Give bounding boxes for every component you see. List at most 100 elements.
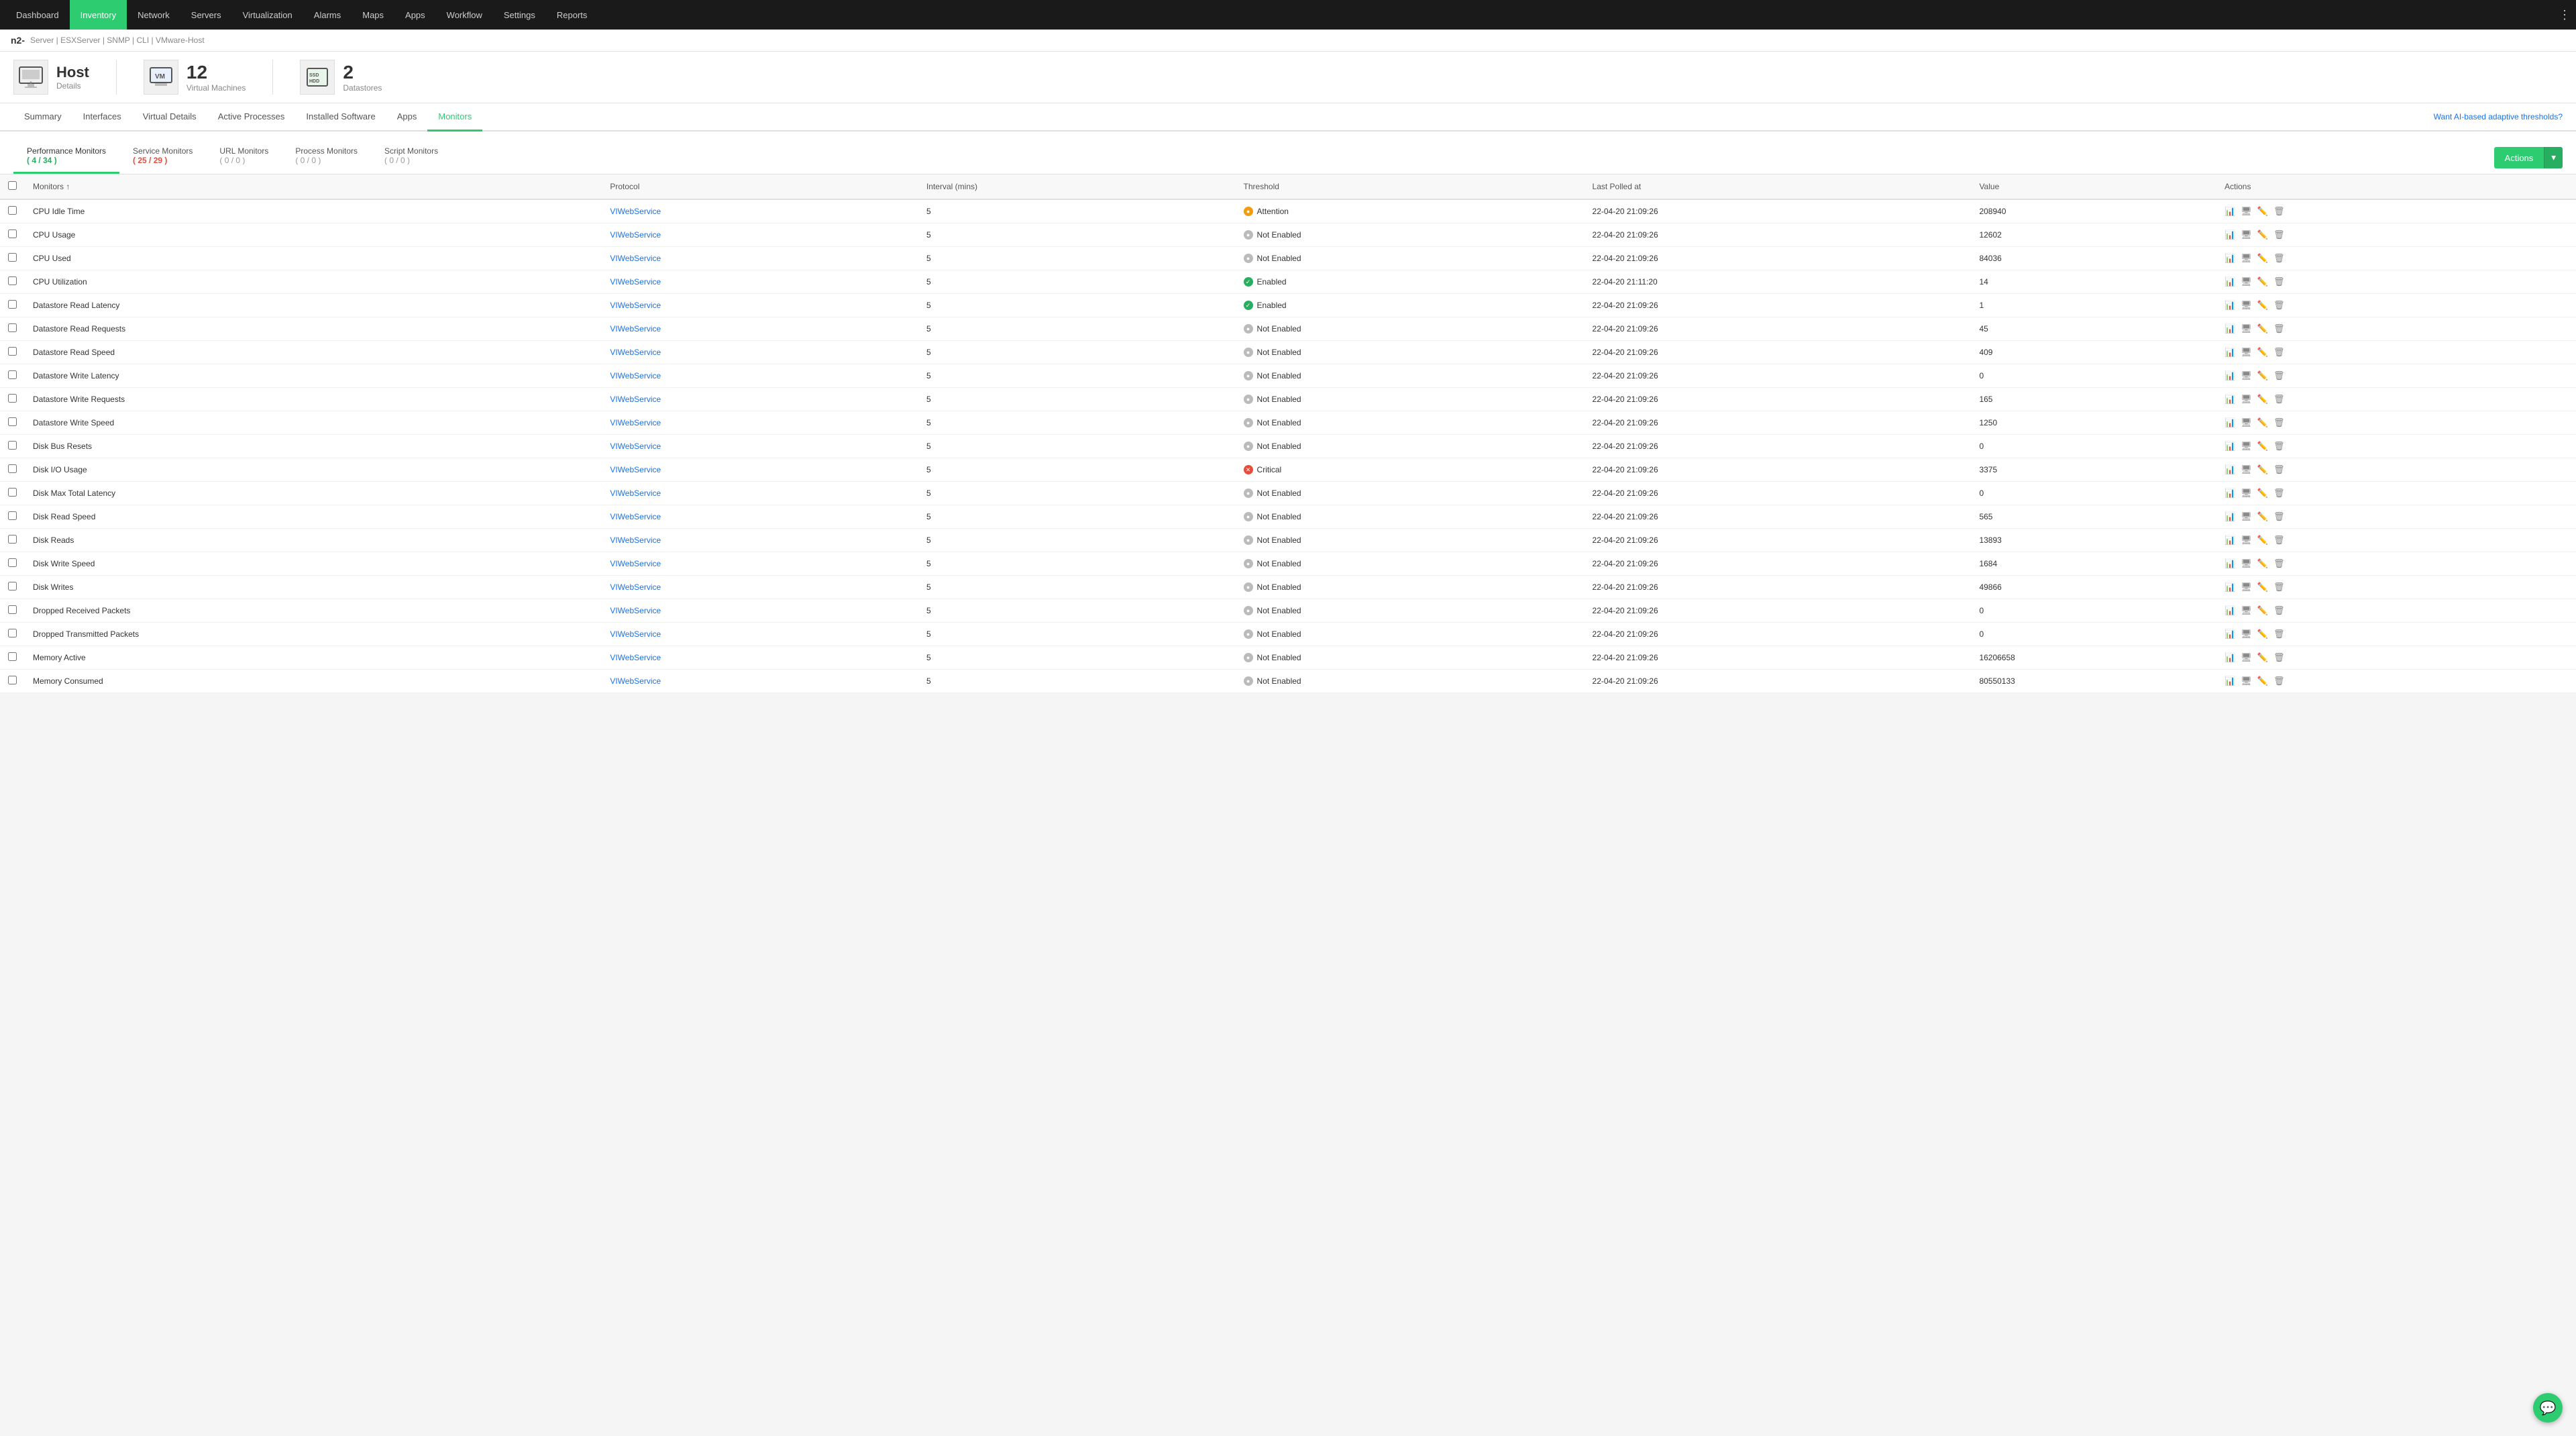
edit-icon[interactable]: ✏️ xyxy=(2257,558,2268,569)
edit-icon[interactable]: ✏️ xyxy=(2257,441,2268,452)
chart-icon[interactable]: 📊 xyxy=(2224,394,2235,405)
delete-icon[interactable]: 🗑 xyxy=(2273,605,2285,616)
monitor-icon[interactable]: 🖥 xyxy=(2241,370,2252,381)
chart-icon[interactable]: 📊 xyxy=(2224,370,2235,381)
nav-reports[interactable]: Reports xyxy=(546,0,598,30)
nav-inventory[interactable]: Inventory xyxy=(70,0,127,30)
monitor-icon[interactable]: 🖥 xyxy=(2241,253,2252,264)
monitor-icon[interactable]: 🖥 xyxy=(2241,347,2252,358)
monitor-icon[interactable]: 🖥 xyxy=(2241,488,2252,499)
edit-icon[interactable]: ✏️ xyxy=(2257,535,2268,546)
monitor-icon[interactable]: 🖥 xyxy=(2241,629,2252,639)
delete-icon[interactable]: 🗑 xyxy=(2273,394,2285,405)
delete-icon[interactable]: 🗑 xyxy=(2273,582,2285,593)
row-checkbox[interactable] xyxy=(8,253,17,262)
row-checkbox[interactable] xyxy=(8,582,17,591)
row-checkbox[interactable] xyxy=(8,511,17,520)
nav-apps[interactable]: Apps xyxy=(394,0,436,30)
chart-icon[interactable]: 📊 xyxy=(2224,582,2235,593)
chart-icon[interactable]: 📊 xyxy=(2224,488,2235,499)
monitor-icon[interactable]: 🖥 xyxy=(2241,300,2252,311)
chart-icon[interactable]: 📊 xyxy=(2224,300,2235,311)
monitor-icon[interactable]: 🖥 xyxy=(2241,605,2252,616)
chart-icon[interactable]: 📊 xyxy=(2224,676,2235,686)
delete-icon[interactable]: 🗑 xyxy=(2273,276,2285,287)
row-checkbox[interactable] xyxy=(8,276,17,285)
edit-icon[interactable]: ✏️ xyxy=(2257,629,2268,639)
chart-icon[interactable]: 📊 xyxy=(2224,347,2235,358)
monitor-tab-performance[interactable]: Performance Monitors ( 4 / 34 ) xyxy=(13,140,119,174)
edit-icon[interactable]: ✏️ xyxy=(2257,605,2268,616)
monitor-icon[interactable]: 🖥 xyxy=(2241,582,2252,593)
monitor-tab-script[interactable]: Script Monitors ( 0 / 0 ) xyxy=(371,140,451,174)
monitor-icon[interactable]: 🖥 xyxy=(2241,323,2252,334)
chart-icon[interactable]: 📊 xyxy=(2224,417,2235,428)
monitor-tab-process[interactable]: Process Monitors ( 0 / 0 ) xyxy=(282,140,371,174)
edit-icon[interactable]: ✏️ xyxy=(2257,300,2268,311)
delete-icon[interactable]: 🗑 xyxy=(2273,535,2285,546)
edit-icon[interactable]: ✏️ xyxy=(2257,652,2268,663)
nav-servers[interactable]: Servers xyxy=(180,0,232,30)
nav-alarms[interactable]: Alarms xyxy=(303,0,352,30)
tab-virtual-details[interactable]: Virtual Details xyxy=(132,103,207,132)
delete-icon[interactable]: 🗑 xyxy=(2273,464,2285,475)
delete-icon[interactable]: 🗑 xyxy=(2273,206,2285,217)
tab-installed-software[interactable]: Installed Software xyxy=(295,103,386,132)
chart-icon[interactable]: 📊 xyxy=(2224,605,2235,616)
row-checkbox[interactable] xyxy=(8,417,17,426)
tab-summary[interactable]: Summary xyxy=(13,103,72,132)
nav-settings[interactable]: Settings xyxy=(493,0,546,30)
row-checkbox[interactable] xyxy=(8,206,17,215)
chat-fab-button[interactable]: 💬 xyxy=(2533,1393,2563,1423)
row-checkbox[interactable] xyxy=(8,370,17,379)
delete-icon[interactable]: 🗑 xyxy=(2273,300,2285,311)
row-checkbox[interactable] xyxy=(8,323,17,332)
row-checkbox[interactable] xyxy=(8,558,17,567)
edit-icon[interactable]: ✏️ xyxy=(2257,370,2268,381)
chart-icon[interactable]: 📊 xyxy=(2224,558,2235,569)
monitor-icon[interactable]: 🖥 xyxy=(2241,229,2252,240)
monitor-icon[interactable]: 🖥 xyxy=(2241,417,2252,428)
edit-icon[interactable]: ✏️ xyxy=(2257,276,2268,287)
chart-icon[interactable]: 📊 xyxy=(2224,253,2235,264)
row-checkbox[interactable] xyxy=(8,441,17,450)
delete-icon[interactable]: 🗑 xyxy=(2273,441,2285,452)
monitor-icon[interactable]: 🖥 xyxy=(2241,535,2252,546)
select-all-checkbox[interactable] xyxy=(8,181,17,190)
monitor-icon[interactable]: 🖥 xyxy=(2241,441,2252,452)
delete-icon[interactable]: 🗑 xyxy=(2273,676,2285,686)
delete-icon[interactable]: 🗑 xyxy=(2273,347,2285,358)
chart-icon[interactable]: 📊 xyxy=(2224,276,2235,287)
tab-apps[interactable]: Apps xyxy=(386,103,428,132)
edit-icon[interactable]: ✏️ xyxy=(2257,347,2268,358)
monitor-icon[interactable]: 🖥 xyxy=(2241,558,2252,569)
edit-icon[interactable]: ✏️ xyxy=(2257,394,2268,405)
delete-icon[interactable]: 🗑 xyxy=(2273,253,2285,264)
row-checkbox[interactable] xyxy=(8,464,17,473)
edit-icon[interactable]: ✏️ xyxy=(2257,488,2268,499)
monitor-icon[interactable]: 🖥 xyxy=(2241,276,2252,287)
chart-icon[interactable]: 📊 xyxy=(2224,229,2235,240)
chart-icon[interactable]: 📊 xyxy=(2224,441,2235,452)
monitor-tab-url[interactable]: URL Monitors ( 0 / 0 ) xyxy=(206,140,282,174)
delete-icon[interactable]: 🗑 xyxy=(2273,629,2285,639)
row-checkbox[interactable] xyxy=(8,535,17,544)
monitor-icon[interactable]: 🖥 xyxy=(2241,394,2252,405)
edit-icon[interactable]: ✏️ xyxy=(2257,676,2268,686)
row-checkbox[interactable] xyxy=(8,488,17,497)
chart-icon[interactable]: 📊 xyxy=(2224,206,2235,217)
device-name[interactable]: n2- xyxy=(11,35,25,46)
edit-icon[interactable]: ✏️ xyxy=(2257,464,2268,475)
more-options-icon[interactable]: ⋮ xyxy=(2559,8,2571,22)
delete-icon[interactable]: 🗑 xyxy=(2273,488,2285,499)
nav-virtualization[interactable]: Virtualization xyxy=(232,0,303,30)
chart-icon[interactable]: 📊 xyxy=(2224,323,2235,334)
edit-icon[interactable]: ✏️ xyxy=(2257,323,2268,334)
monitor-icon[interactable]: 🖥 xyxy=(2241,511,2252,522)
delete-icon[interactable]: 🗑 xyxy=(2273,229,2285,240)
actions-dropdown-button[interactable]: ▾ xyxy=(2544,147,2563,168)
ai-adaptive-threshold-link[interactable]: Want AI-based adaptive thresholds? xyxy=(2434,112,2563,121)
row-checkbox[interactable] xyxy=(8,394,17,403)
delete-icon[interactable]: 🗑 xyxy=(2273,417,2285,428)
delete-icon[interactable]: 🗑 xyxy=(2273,652,2285,663)
